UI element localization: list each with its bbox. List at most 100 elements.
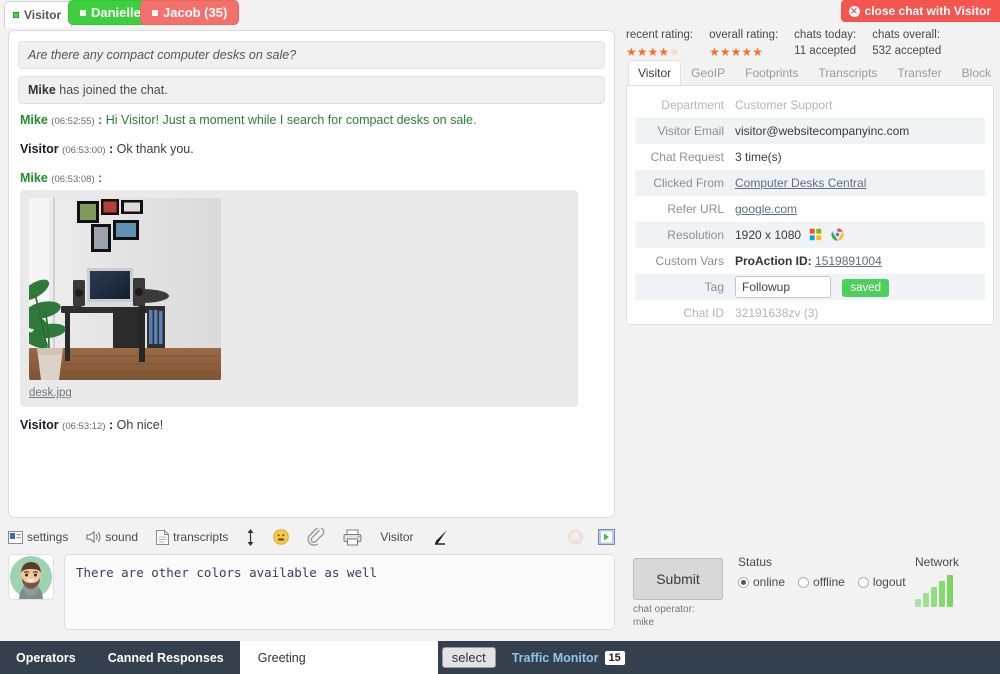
network-label: Network (915, 555, 960, 569)
message-author: Mike (20, 113, 48, 127)
network-bar (939, 581, 945, 607)
row-chat-request-value: 3 time(s) (735, 150, 782, 164)
status-dot-icon (13, 11, 19, 18)
status-option-online[interactable]: online (738, 575, 785, 589)
attachment-filename-link[interactable]: desk.jpg (29, 387, 72, 399)
row-resolution-value: 1920 x 1080 (735, 228, 802, 242)
row-visitor-email-key: Visitor Email (657, 124, 724, 138)
toolbar-emoji[interactable] (273, 529, 290, 545)
toolbar-sound[interactable]: sound (86, 530, 138, 544)
recent-rating-label: recent rating: (626, 29, 694, 41)
toolbar-settings[interactable]: settings (8, 530, 68, 544)
emoji-icon (273, 529, 290, 545)
bottom-nav-bar: Operators Canned Responses Greeting sele… (0, 641, 1000, 674)
greeting-select[interactable]: Greeting (239, 641, 438, 674)
refer-url-link[interactable]: google.com (735, 202, 797, 216)
tab-footprints[interactable]: Footprints (735, 60, 808, 85)
chat-message: Visitor (06:53:00) : Ok thank you. (20, 140, 605, 158)
close-chat-button[interactable]: ✕ close chat with Visitor (840, 0, 1000, 22)
nav-traffic-monitor[interactable]: Traffic Monitor 15 (496, 641, 641, 674)
row-resolution-key: Resolution (667, 228, 724, 242)
chat-message: Mike (06:52:55) : Hi Visitor! Just a mom… (20, 111, 605, 129)
row-visitor-email-value: visitor@websitecompanyinc.com (735, 124, 910, 138)
message-input[interactable] (64, 554, 615, 630)
system-line-initial-question: Are there any compact computer desks on … (18, 41, 605, 69)
star-icon: ★ (658, 44, 670, 59)
toolbar-sound-label: sound (105, 530, 139, 544)
tag-input[interactable] (735, 276, 831, 298)
chats-overall-label: chats overall: (872, 29, 940, 41)
radio-offline-icon (798, 576, 810, 588)
tab-block[interactable]: Block (952, 60, 1000, 85)
row-tag: Tag saved (635, 274, 985, 300)
toolbar-print[interactable] (343, 529, 362, 546)
star-icon: ★ (669, 44, 680, 59)
operator-avatar (8, 554, 54, 600)
toolbar-bell[interactable] (567, 528, 584, 546)
message-time: (06:53:00) (62, 145, 106, 157)
message-time: (06:53:12) (62, 421, 106, 433)
toolbar-transcripts[interactable]: transcripts (156, 529, 228, 545)
radio-logout-icon (857, 576, 869, 588)
print-icon (343, 529, 362, 545)
custom-vars-value-link[interactable]: 1519891004 (815, 254, 882, 268)
row-tag-key: Tag (704, 280, 724, 294)
avatar-illustration (10, 556, 52, 599)
traffic-monitor-badge: 15 (604, 650, 625, 665)
row-custom-vars: Custom Vars ProAction ID: 1519891004 (635, 248, 985, 274)
os-icon (810, 228, 822, 241)
tab-transcripts[interactable]: Transcripts (809, 60, 888, 85)
network-bar (947, 575, 953, 607)
chat-operator-caption: chat operator: (633, 604, 695, 615)
tab-visitor[interactable]: Visitor (4, 1, 73, 28)
tab-transfer[interactable]: Transfer (887, 60, 951, 85)
chat-message: Visitor (06:53:12) : Oh nice! (20, 416, 605, 434)
system-line-joined: Mike has joined the chat. (18, 76, 605, 104)
status-option-logout[interactable]: logout (857, 575, 906, 589)
tab-geoip[interactable]: GeoIP (681, 60, 735, 85)
tab-visitor-info[interactable]: Visitor (628, 60, 682, 85)
visitor-info-panel: Visitor GeoIP Footprints Transcripts Tra… (626, 60, 994, 330)
status-radio-group: online offline logout (738, 575, 906, 589)
attachment-thumbnail[interactable] (29, 198, 221, 381)
star-icon: ★ (636, 44, 648, 59)
radio-online-icon (738, 576, 749, 588)
custom-vars-name: ProAction ID: (735, 254, 812, 268)
attach-icon (307, 528, 325, 546)
submit-button[interactable]: Submit (633, 558, 723, 600)
toolbar-attach[interactable] (307, 528, 325, 546)
row-resolution: Resolution 1920 x 1080 (635, 222, 985, 248)
message-colon: : (108, 142, 117, 157)
row-chat-request: Chat Request 3 time(s) (635, 144, 985, 170)
chat-operator-name: mike (633, 616, 655, 628)
nav-operators[interactable]: Operators (0, 641, 92, 674)
toolbar-resize[interactable] (246, 528, 255, 546)
toolbar-visitor-name[interactable]: Visitor (380, 530, 413, 544)
star-icon: ★ (709, 44, 720, 59)
message-time: (06:52:55) (51, 116, 95, 127)
recent-rating-stars: ★★★★★ (626, 45, 680, 59)
status-option-offline[interactable]: offline (798, 575, 845, 589)
resize-icon (247, 528, 254, 546)
row-refer-url: Refer URL google.com (635, 196, 985, 222)
status-control: Status online offline logout (738, 555, 906, 589)
message-attachment: desk.jpg (20, 190, 578, 408)
desk-photo-illustration (29, 198, 221, 381)
chat-message: Mike (06:53:08) : (20, 169, 605, 187)
tag-saved-button[interactable]: saved (842, 279, 890, 297)
close-icon: ✕ (848, 5, 860, 17)
row-chat-id-key: Chat ID (683, 306, 724, 320)
status-label: Status (738, 555, 773, 569)
traffic-monitor-label: Traffic Monitor (511, 650, 599, 665)
toolbar-push[interactable] (598, 529, 615, 545)
nav-canned-responses[interactable]: Canned Responses (92, 641, 240, 674)
status-dot-icon (152, 9, 158, 16)
toolbar-pen[interactable] (432, 528, 450, 546)
star-icon: ★ (719, 44, 731, 59)
clicked-from-link[interactable]: Computer Desks Central (735, 176, 866, 190)
chats-today-label: chats today: (794, 29, 857, 41)
row-refer-url-key: Refer URL (667, 202, 724, 216)
tab-operator-jacob[interactable]: Jacob (35) (140, 0, 240, 25)
select-button[interactable]: select (441, 647, 496, 668)
message-colon: : (98, 171, 103, 186)
